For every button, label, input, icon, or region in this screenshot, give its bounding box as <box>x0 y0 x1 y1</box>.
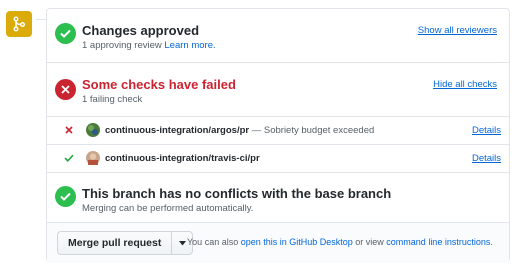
failing-check-count: 1 failing check <box>82 94 143 105</box>
note-prefix: You can also <box>187 237 241 247</box>
merge-status-box: Changes approved 1 approving review Lear… <box>46 8 510 263</box>
argos-avatar <box>86 123 100 137</box>
check-row-text: continuous-integration/travis-ci/pr <box>105 153 260 164</box>
note-suffix: . <box>490 237 493 247</box>
review-status-title: Changes approved <box>82 23 200 38</box>
check-name: continuous-integration/argos/pr <box>105 125 250 136</box>
travis-ci-avatar <box>86 151 100 165</box>
check-circle-icon <box>55 23 76 44</box>
check-row: continuous-integration/argos/pr — Sobrie… <box>47 117 509 145</box>
merge-actions-section: Merge pull request You can also open thi… <box>47 223 509 263</box>
check-details-link[interactable]: Details <box>472 125 501 136</box>
conflicts-section: This branch has no conflicts with the ba… <box>47 173 509 223</box>
note-middle: or view <box>352 237 387 247</box>
checks-status-title: Some checks have failed <box>82 77 236 92</box>
check-icon <box>63 152 75 164</box>
open-github-desktop-link[interactable]: open this in GitHub Desktop <box>241 237 353 247</box>
show-all-reviewers-link[interactable]: Show all reviewers <box>418 25 497 36</box>
check-name: continuous-integration/travis-ci/pr <box>105 153 260 164</box>
review-status-section: Changes approved 1 approving review Lear… <box>47 9 509 63</box>
merge-alternatives-note: You can also open this in GitHub Desktop… <box>187 237 493 247</box>
check-row: continuous-integration/travis-ci/pr Deta… <box>47 145 509 173</box>
conflicts-title: This branch has no conflicts with the ba… <box>82 186 392 201</box>
check-details-link[interactable]: Details <box>472 153 501 164</box>
checks-status-section: Some checks have failed 1 failing check … <box>47 63 509 117</box>
check-row-text: continuous-integration/argos/pr — Sobrie… <box>105 125 374 136</box>
conflicts-subtitle: Merging can be performed automatically. <box>82 203 254 214</box>
review-status-subtitle: 1 approving review Learn more. <box>82 40 216 51</box>
hide-all-checks-link[interactable]: Hide all checks <box>433 79 497 90</box>
git-merge-icon <box>6 11 32 37</box>
command-line-instructions-link[interactable]: command line instructions <box>386 237 490 247</box>
approving-review-count: 1 approving review <box>82 40 162 51</box>
check-circle-icon <box>55 186 76 207</box>
check-description: — Sobriety budget exceeded <box>249 125 375 136</box>
timeline-connector <box>36 19 46 29</box>
merge-button-group: Merge pull request <box>57 231 194 255</box>
learn-more-link[interactable]: Learn more. <box>164 40 215 51</box>
x-circle-icon <box>55 79 76 100</box>
x-icon <box>63 124 75 136</box>
merge-pull-request-button[interactable]: Merge pull request <box>58 232 173 254</box>
